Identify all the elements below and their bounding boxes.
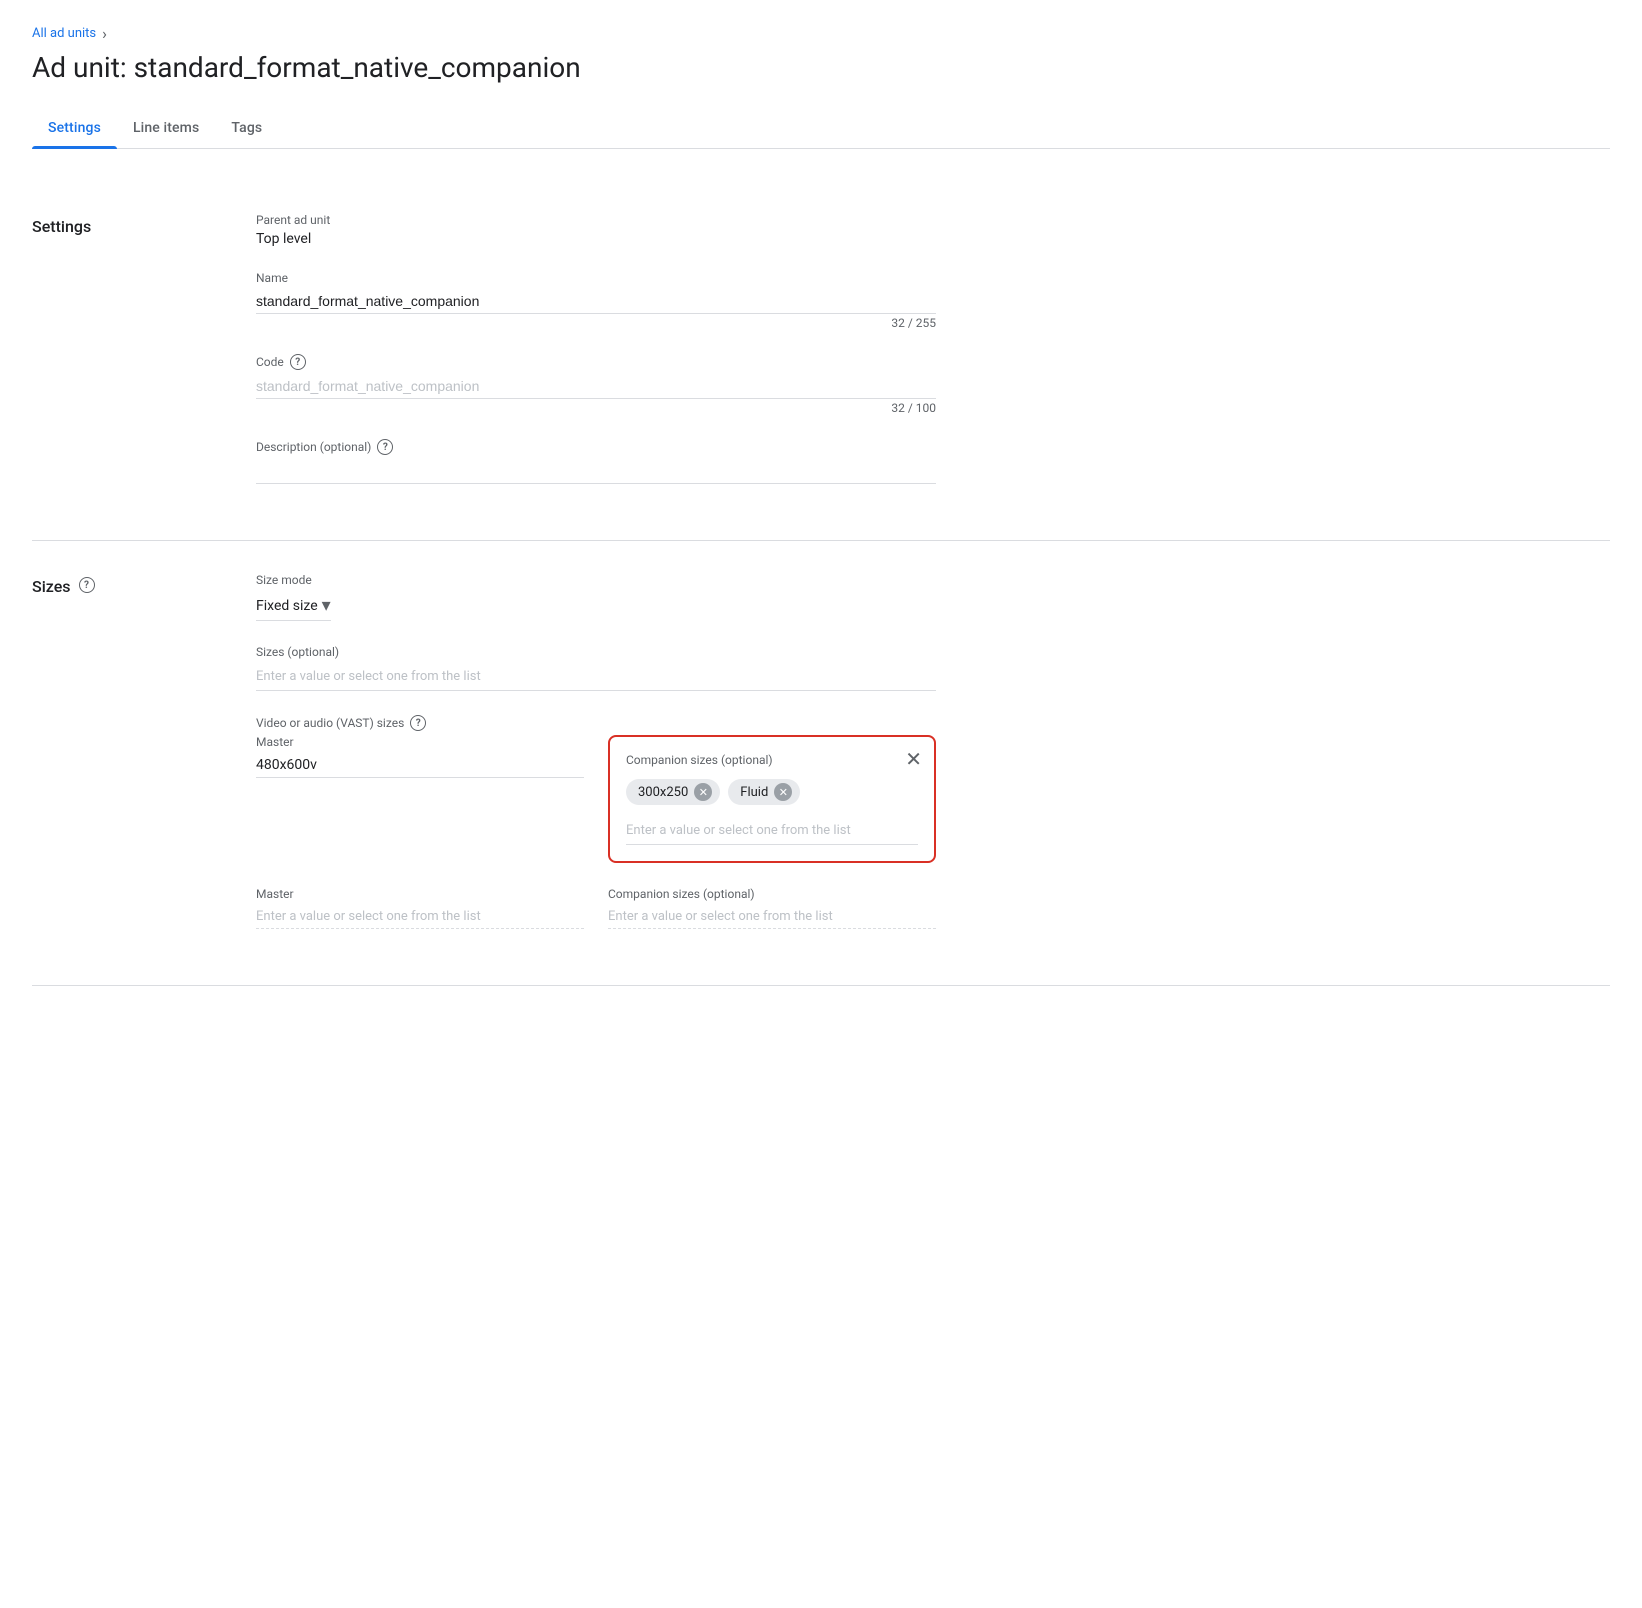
companion-input-2[interactable]: Enter a value or select one from the lis… xyxy=(608,905,936,929)
size-mode-field: Size mode Fixed size ▾ xyxy=(256,573,936,621)
vast-row-1: Master 480x600v Companion sizes (optiona… xyxy=(256,735,936,863)
sizes-section: Sizes ? Size mode Fixed size ▾ Sizes (op… xyxy=(32,541,1610,986)
sizes-optional-label: Sizes (optional) xyxy=(256,645,936,659)
master-label-1: Master xyxy=(256,735,584,749)
vast-help-icon[interactable]: ? xyxy=(410,715,426,731)
chip-300x250: 300x250 ✕ xyxy=(626,779,720,805)
master-field-2: Master Enter a value or select one from … xyxy=(256,887,584,929)
sizes-help-icon[interactable]: ? xyxy=(79,577,95,593)
name-input[interactable] xyxy=(256,289,936,314)
breadcrumb[interactable]: All ad units › xyxy=(32,24,1610,43)
vast-sizes-label: Video or audio (VAST) sizes ? xyxy=(256,715,936,731)
code-help-icon[interactable]: ? xyxy=(290,354,306,370)
chip-fluid-label: Fluid xyxy=(740,785,768,800)
size-mode-value: Fixed size xyxy=(256,598,318,614)
tabs-bar: Settings Line items Tags xyxy=(32,108,1610,149)
companion-popup: Companion sizes (optional) 300x250 ✕ Flu… xyxy=(608,735,936,863)
settings-content: Parent ad unit Top level Name 32 / 255 C… xyxy=(256,213,936,508)
tab-settings[interactable]: Settings xyxy=(32,108,117,148)
description-field: Description (optional) ? xyxy=(256,439,936,484)
companion-chips: 300x250 ✕ Fluid ✕ xyxy=(626,779,918,805)
master-input-2[interactable]: Enter a value or select one from the lis… xyxy=(256,905,584,929)
master-value-1: 480x600v xyxy=(256,753,584,778)
description-input[interactable] xyxy=(256,459,936,484)
sizes-content: Size mode Fixed size ▾ Sizes (optional) … xyxy=(256,573,936,953)
breadcrumb-chevron: › xyxy=(102,24,107,43)
size-mode-dropdown[interactable]: Fixed size ▾ xyxy=(256,591,331,621)
size-mode-label: Size mode xyxy=(256,573,936,587)
name-label: Name xyxy=(256,271,936,285)
code-input[interactable] xyxy=(256,374,936,399)
name-field: Name 32 / 255 xyxy=(256,271,936,330)
master-label-2: Master xyxy=(256,887,584,901)
settings-section: Settings Parent ad unit Top level Name 3… xyxy=(32,181,1610,541)
chip-fluid: Fluid ✕ xyxy=(728,779,800,805)
popup-close-button[interactable]: ✕ xyxy=(905,749,922,769)
sizes-optional-field: Sizes (optional) Enter a value or select… xyxy=(256,645,936,691)
companion-field-2: Companion sizes (optional) Enter a value… xyxy=(608,887,936,929)
companion-sizes-label: Companion sizes (optional) xyxy=(626,753,918,767)
companion-input-1[interactable]: Enter a value or select one from the lis… xyxy=(626,817,918,845)
name-char-count: 32 / 255 xyxy=(256,316,936,330)
chip-fluid-close[interactable]: ✕ xyxy=(774,783,792,801)
chip-300x250-close[interactable]: ✕ xyxy=(694,783,712,801)
settings-section-label: Settings xyxy=(32,213,232,508)
breadcrumb-label: All ad units xyxy=(32,26,96,41)
code-field: Code ? 32 / 100 xyxy=(256,354,936,415)
parent-ad-unit-label: Parent ad unit xyxy=(256,213,936,227)
sizes-section-label: Sizes ? xyxy=(32,573,232,953)
code-char-count: 32 / 100 xyxy=(256,401,936,415)
parent-ad-unit-value: Top level xyxy=(256,231,936,247)
description-label: Description (optional) ? xyxy=(256,439,936,455)
companion-label-2: Companion sizes (optional) xyxy=(608,887,936,901)
master-field-1: Master 480x600v xyxy=(256,735,584,778)
page-title: Ad unit: standard_format_native_companio… xyxy=(32,51,1610,84)
vast-row-2: Master Enter a value or select one from … xyxy=(256,887,936,929)
chip-300x250-label: 300x250 xyxy=(638,785,688,800)
code-label: Code ? xyxy=(256,354,936,370)
sizes-optional-input[interactable]: Enter a value or select one from the lis… xyxy=(256,663,936,691)
description-help-icon[interactable]: ? xyxy=(377,439,393,455)
tab-tags[interactable]: Tags xyxy=(215,108,278,148)
dropdown-arrow-icon: ▾ xyxy=(322,595,331,616)
vast-sizes-field: Video or audio (VAST) sizes ? Master 480… xyxy=(256,715,936,929)
tab-line-items[interactable]: Line items xyxy=(117,108,215,148)
parent-ad-unit-field: Parent ad unit Top level xyxy=(256,213,936,247)
